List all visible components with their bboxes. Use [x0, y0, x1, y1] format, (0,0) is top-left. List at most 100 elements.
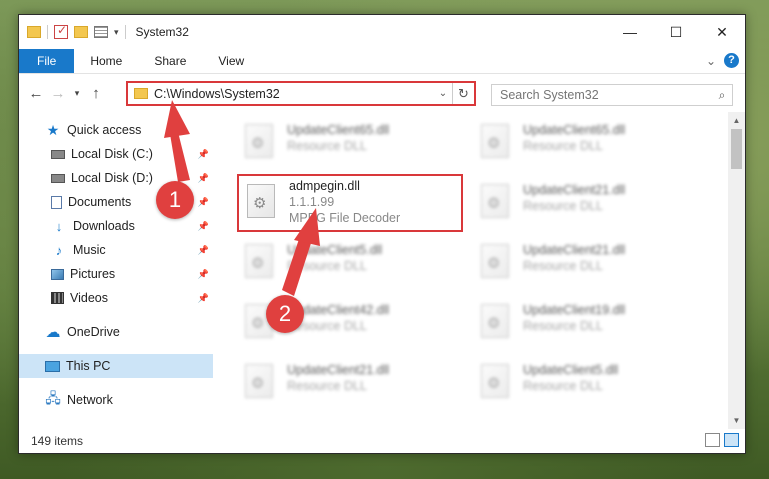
file-type: Resource DLL	[287, 139, 367, 153]
file-description: MPEG File Decoder	[289, 211, 401, 225]
sidebar-item-pictures[interactable]: Pictures 📌	[19, 262, 213, 286]
pin-icon[interactable]: 📌	[198, 173, 209, 184]
sidebar-item-label: Downloads	[73, 219, 135, 233]
sidebar-item-local-disk-c[interactable]: Local Disk (C:) 📌	[19, 142, 213, 166]
maximize-button[interactable]: ☐	[653, 15, 699, 49]
pictures-icon	[51, 268, 64, 280]
back-arrow-icon[interactable]: ←	[25, 85, 47, 102]
network-icon: 🖧	[45, 390, 61, 406]
help-icon[interactable]: ?	[724, 53, 739, 68]
pin-icon[interactable]: 📌	[198, 269, 209, 280]
address-path[interactable]: C:\Windows\System32	[154, 87, 434, 101]
search-box[interactable]: ⌕	[491, 84, 733, 106]
folder-icon	[134, 88, 148, 99]
scroll-down-icon[interactable]: ▼	[728, 412, 745, 429]
sidebar-item-label: Videos	[70, 291, 108, 305]
main-area: ★ Quick access Local Disk (C:) 📌 Local D…	[19, 112, 745, 429]
file-tile[interactable]: UpdateClient21.dll Resource DLL	[473, 236, 697, 286]
sidebar-item-onedrive[interactable]: ☁ OneDrive	[19, 320, 213, 344]
sidebar-item-label: Pictures	[70, 267, 116, 281]
expand-ribbon-icon[interactable]: ⌄	[706, 54, 716, 68]
file-tile[interactable]: UpdateClient19.dll Resource DLL	[473, 296, 697, 346]
sidebar-item-label: Local Disk (C:)	[71, 147, 153, 161]
dll-file-icon	[481, 184, 509, 218]
file-tile[interactable]: UpdateClient65.dll Resource DLL	[473, 116, 697, 166]
file-type: Resource DLL	[523, 199, 603, 213]
step-2-callout: 2	[266, 295, 304, 333]
cloud-icon: ☁	[45, 324, 61, 341]
pin-icon[interactable]: 📌	[198, 293, 209, 304]
documents-icon	[51, 195, 62, 209]
step-1-callout: 1	[156, 181, 194, 219]
quick-access-toolbar: ▾	[19, 23, 126, 39]
scroll-up-icon[interactable]: ▲	[728, 112, 745, 129]
download-icon: ↓	[55, 218, 63, 234]
vertical-scrollbar[interactable]: ▲ ▼	[728, 112, 745, 429]
scrollbar-thumb[interactable]	[731, 129, 742, 169]
tab-home[interactable]: Home	[74, 49, 138, 73]
sidebar-item-label: Local Disk (D:)	[71, 171, 153, 185]
sidebar-item-this-pc[interactable]: This PC	[19, 354, 213, 378]
dll-file-icon	[245, 364, 273, 398]
drive-icon	[51, 149, 65, 159]
folder-icon[interactable]	[27, 26, 41, 38]
file-tile[interactable]: UpdateClient65.dll Resource DLL	[237, 116, 461, 166]
pin-icon[interactable]: 📌	[198, 245, 209, 256]
dll-file-icon	[481, 364, 509, 398]
dll-file-icon	[481, 304, 509, 338]
tab-file[interactable]: File	[19, 49, 75, 73]
sidebar-item-downloads[interactable]: ↓ Downloads 📌	[19, 214, 213, 238]
tiles-view-icon[interactable]	[724, 433, 739, 447]
window-controls: — ☐ ✕	[607, 15, 745, 49]
file-type: Resource DLL	[287, 259, 367, 273]
chevron-down-icon[interactable]: ⌄	[434, 88, 452, 99]
sidebar-item-music[interactable]: ♪ Music 📌	[19, 238, 213, 262]
properties-check-icon[interactable]	[54, 23, 68, 39]
file-type: Resource DLL	[523, 319, 603, 333]
pin-icon[interactable]: 📌	[198, 221, 209, 232]
sidebar-item-label: Quick access	[67, 123, 142, 137]
recent-locations-icon[interactable]: ▾	[69, 88, 85, 99]
minimize-button[interactable]: —	[607, 15, 653, 49]
file-tile[interactable]: UpdateClient5.dll Resource DLL	[473, 356, 697, 406]
refresh-icon[interactable]: ↻	[452, 83, 474, 104]
search-icon[interactable]: ⌕	[712, 88, 732, 103]
file-list: UpdateClient65.dll Resource DLL UpdateCli…	[213, 112, 728, 429]
navigation-bar: ← → ▾ ↑ C:\Windows\System32 ⌄ ↻ ⌕	[19, 74, 745, 112]
navigation-pane: ★ Quick access Local Disk (C:) 📌 Local D…	[19, 112, 213, 429]
ribbon-tabs: File Home Share View ⌄ ?	[19, 49, 745, 74]
search-input[interactable]	[500, 88, 712, 102]
file-tile[interactable]: UpdateClient21.dll Resource DLL	[473, 176, 697, 226]
file-name: admpegin.dll	[289, 179, 360, 193]
address-bar[interactable]: C:\Windows\System32 ⌄ ↻	[126, 81, 476, 106]
file-type: Resource DLL	[523, 259, 603, 273]
close-button[interactable]: ✕	[699, 15, 745, 49]
up-arrow-icon[interactable]: ↑	[85, 85, 107, 102]
sidebar-item-label: Music	[73, 243, 106, 257]
title-bar: ▾ System32 — ☐ ✕	[19, 15, 745, 49]
tab-share[interactable]: Share	[138, 49, 202, 73]
forward-arrow-icon[interactable]: →	[47, 85, 69, 102]
details-view-icon[interactable]	[705, 433, 720, 447]
item-count: 149 items	[31, 434, 84, 448]
file-name: UpdateClient19.dll	[523, 303, 626, 317]
music-icon: ♪	[55, 242, 63, 258]
new-folder-icon[interactable]	[74, 26, 88, 38]
file-name: UpdateClient5.dll	[287, 243, 383, 257]
file-tile[interactable]: UpdateClient5.dll Resource DLL	[237, 236, 461, 286]
file-version: 1.1.1.99	[289, 195, 335, 209]
pin-icon[interactable]: 📌	[198, 149, 209, 160]
pin-icon[interactable]: 📌	[198, 197, 209, 208]
file-tile[interactable]: UpdateClient21.dll Resource DLL	[237, 356, 461, 406]
file-tile-admpegin[interactable]: admpegin.dll 1.1.1.99 MPEG File Decoder	[237, 174, 463, 232]
sidebar-item-quick-access[interactable]: ★ Quick access	[19, 118, 213, 142]
customize-toolbar-icon[interactable]: ▾	[114, 27, 119, 38]
tab-view[interactable]: View	[202, 49, 260, 73]
sidebar-item-videos[interactable]: Videos 📌	[19, 286, 213, 310]
dll-file-icon	[481, 244, 509, 278]
sidebar-item-network[interactable]: 🖧 Network	[19, 388, 213, 412]
properties-icon[interactable]	[94, 26, 108, 38]
file-type: Resource DLL	[523, 139, 603, 153]
